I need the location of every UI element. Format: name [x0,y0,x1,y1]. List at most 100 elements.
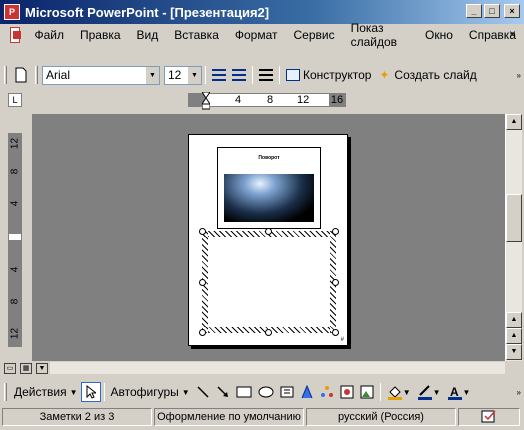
arrow-button[interactable] [213,382,233,402]
document-icon[interactable] [10,27,22,43]
toolbar-grip[interactable] [4,383,7,401]
resize-handle[interactable] [199,228,206,235]
slide-sorter-icon[interactable]: ▦ [20,362,32,374]
menu-edit[interactable]: Правка [72,28,129,42]
toolbar-grip-2[interactable] [35,66,38,84]
font-color-button[interactable]: A ▼ [444,382,474,402]
vertical-ruler[interactable]: 12 8 4 4 8 12 [8,133,22,347]
new-document-button[interactable] [11,65,31,85]
numbered-list-button[interactable] [209,65,229,85]
chevron-down-icon[interactable]: ▼ [146,66,159,84]
designer-button[interactable]: Конструктор [283,68,374,82]
ruler-tick: 8 [267,94,274,106]
notes-placeholder[interactable] [202,231,336,333]
horizontal-scrollbar[interactable] [50,362,505,374]
line-color-button[interactable]: ▼ [414,382,444,402]
slide-image [224,174,314,222]
slide-thumbnail[interactable]: Поворот [217,147,321,229]
menu-bar: Файл Правка Вид Вставка Формат Сервис По… [0,21,524,49]
maximize-button[interactable]: □ [484,4,500,18]
rectangle-button[interactable] [233,382,255,402]
resize-handle[interactable] [332,279,339,286]
chevron-down-icon[interactable]: ▼ [188,66,201,84]
menu-window[interactable]: Окно [417,28,461,42]
toolbar-separator [103,383,105,401]
new-slide-button[interactable]: ✦ Создать слайд [374,68,479,82]
autoshapes-label: Автофигуры [110,385,179,399]
menu-file[interactable]: Файл [26,28,72,42]
line-button[interactable] [193,382,213,402]
pointer-icon [86,385,96,399]
scroll-thumb[interactable] [506,194,522,242]
clipart-button[interactable] [337,382,357,402]
fill-color-button[interactable]: ▼ [384,382,414,402]
toolbar-grip[interactable] [4,66,7,84]
scroll-down-button[interactable]: ▲ [506,312,522,328]
workspace: Поворот # [32,114,505,361]
line-icon [197,386,209,398]
previous-slide-button[interactable]: ▲ [506,328,522,344]
normal-view-icon[interactable]: ▭ [4,362,16,374]
horizontal-ruler[interactable]: 4 8 12 16 [188,92,346,110]
powerpoint-icon[interactable]: P [4,4,20,20]
arrow-icon [217,386,228,397]
spelling-status[interactable] [458,408,520,426]
notes-text-area[interactable] [208,237,330,327]
select-objects-button[interactable] [80,382,101,402]
actions-menu[interactable]: Действия ▼ [11,382,81,402]
menu-insert[interactable]: Вставка [166,28,227,42]
notes-page[interactable]: Поворот # [188,134,348,346]
font-name-select[interactable]: Arial ▼ [42,65,160,85]
tab-selector[interactable]: L [8,93,22,107]
chevron-down-icon: ▼ [432,387,441,397]
next-slide-button[interactable]: ▼ [506,344,522,360]
decrease-indent-button[interactable] [256,65,276,85]
document-close-button[interactable]: × [509,27,516,41]
resize-handle[interactable] [199,279,206,286]
indent-marker-icon[interactable] [202,92,210,110]
slideshow-icon[interactable]: ▼ [36,362,48,374]
font-color-icon: A [447,385,462,400]
autoshapes-menu[interactable]: Автофигуры ▼ [108,382,193,402]
line-color-icon [417,385,432,400]
picture-button[interactable] [357,382,377,402]
resize-handle[interactable] [199,329,206,336]
toolbar-options-icon[interactable]: » [517,71,521,80]
resize-handle[interactable] [332,329,339,336]
oval-button[interactable] [255,382,277,402]
design-icon [286,69,300,81]
title-bar: P Microsoft PowerPoint - [Презентация2] … [0,0,524,24]
close-button[interactable]: × [504,4,520,18]
numbered-list-icon [212,69,226,81]
diagram-button[interactable] [317,382,337,402]
textbox-button[interactable] [277,382,297,402]
ruler-tick: 12 [9,327,21,340]
scroll-up-button[interactable]: ▲ [506,114,522,130]
new-slide-label: Создать слайд [394,68,477,82]
horizontal-ruler-row: L 4 8 12 16 [0,90,524,110]
resize-handle[interactable] [332,228,339,235]
resize-handle[interactable] [265,228,272,235]
chevron-down-icon: ▼ [402,387,411,397]
toolbar-options-icon[interactable]: » [517,388,521,397]
menu-tools[interactable]: Сервис [286,28,343,42]
svg-text:A: A [450,385,459,399]
spelling-check-icon [481,410,496,423]
menu-format[interactable]: Формат [227,28,286,42]
wordart-button[interactable] [297,382,317,402]
resize-handle[interactable] [265,329,272,336]
drawing-toolbar: Действия ▼ Автофигуры ▼ ▼ ▼ A ▼ » [0,380,524,404]
menu-slideshow[interactable]: Показ слайдов [343,21,417,49]
ruler-tick: 8 [9,298,21,305]
ruler-tick: 4 [9,200,21,207]
view-bar: ▭ ▦ ▼ [0,361,524,375]
diagram-icon [320,386,333,397]
indent-icon [259,69,273,81]
font-size-select[interactable]: 12 ▼ [164,65,202,85]
minimize-button[interactable]: _ [466,4,482,18]
vertical-scrollbar[interactable]: ▲ ▲ ▲ ▼ [505,114,522,361]
toolbar-separator [205,66,206,84]
bulleted-list-button[interactable] [229,65,249,85]
font-size-value: 12 [168,68,182,82]
menu-view[interactable]: Вид [129,28,167,42]
